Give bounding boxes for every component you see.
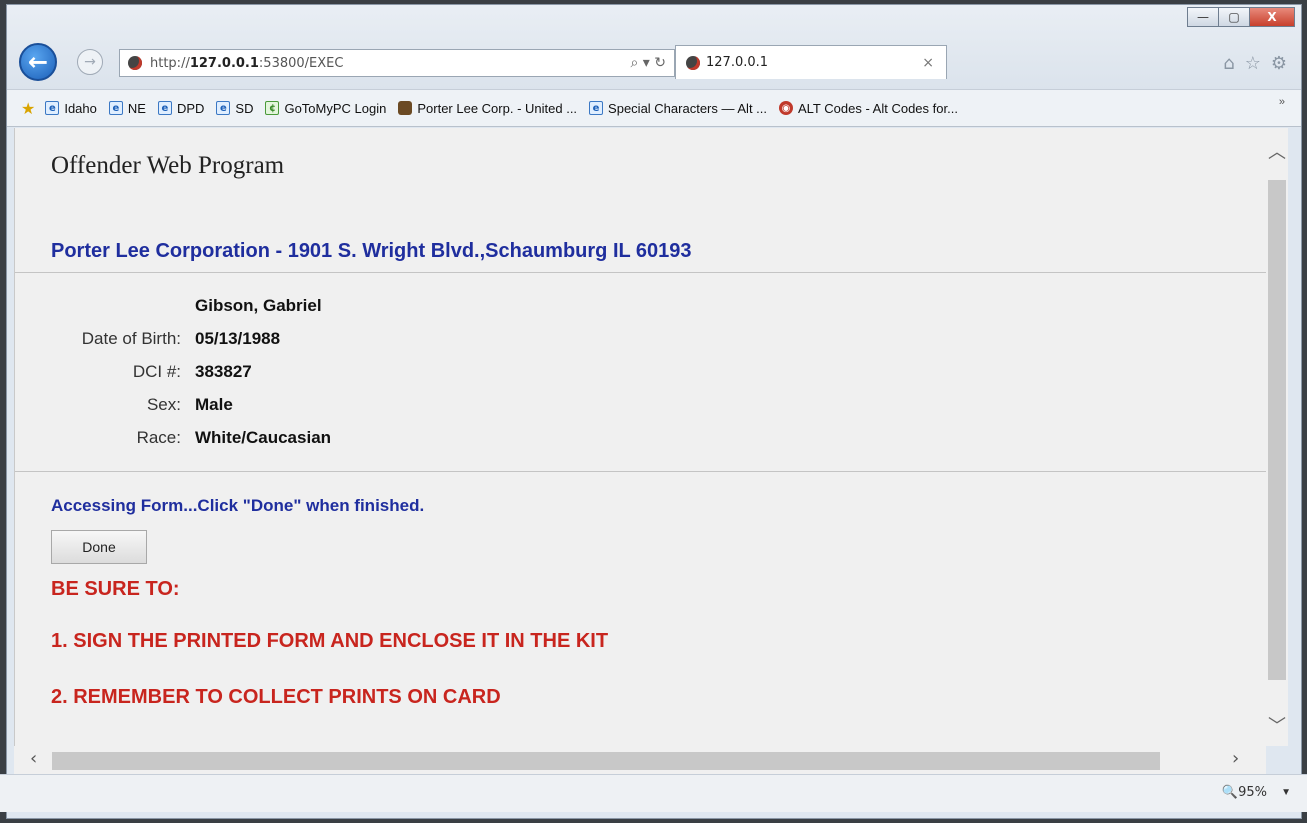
zoom-value: 95% (1238, 785, 1267, 800)
home-icon[interactable]: ⌂ (1223, 53, 1234, 74)
tab-127[interactable]: 127.0.0.1 × (675, 45, 947, 79)
dob-value: 05/13/1988 (195, 329, 281, 348)
back-arrow-icon: ← (27, 48, 49, 76)
gear-icon[interactable]: ⚙ (1271, 53, 1287, 74)
url-prefix: http:// (150, 55, 190, 71)
url-rest: :53800/EXEC (258, 55, 344, 71)
favorite-ne[interactable]: e NE (108, 100, 146, 116)
scroll-down-icon[interactable]: ﹀ (1266, 712, 1288, 742)
forward-button[interactable]: → (77, 49, 103, 75)
divider (15, 272, 1267, 273)
race-label: Race: (136, 428, 181, 447)
favorite-label: Special Characters — Alt ... (608, 100, 767, 116)
search-refresh-icon[interactable]: ⌕ ▾ ↻ (631, 55, 667, 71)
horizontal-scroll-thumb[interactable] (52, 752, 1160, 770)
favorites-star-icon[interactable]: ★ (21, 99, 35, 118)
status-bar: 🔍95% ▼ (0, 774, 1307, 812)
zoom-icon: 🔍 (1221, 785, 1239, 800)
dob-label: Date of Birth: (81, 329, 181, 348)
favorite-label: GoToMyPC Login (284, 100, 387, 116)
address-url[interactable]: http://127.0.0.1:53800/EXEC (150, 56, 631, 71)
url-host: 127.0.0.1 (189, 55, 259, 71)
race-value: White/Caucasian (195, 428, 332, 447)
favorite-label: NE (127, 100, 146, 116)
tab-favicon-icon (686, 55, 700, 70)
ie-page-icon: e (157, 101, 172, 115)
sex-label: Sex: (146, 395, 181, 414)
horizontal-scrollbar[interactable]: ‹ › (14, 746, 1266, 774)
alt-codes-icon: ◉ (779, 101, 793, 115)
gotomypc-icon: ¢ (265, 101, 280, 115)
ie-page-icon: e (589, 101, 604, 115)
zoom-dropdown-icon[interactable]: ▼ (1281, 787, 1291, 798)
favorite-label: Porter Lee Corp. - United ... (417, 100, 578, 116)
warning-heading: BE SURE TO: (51, 578, 180, 600)
address-bar[interactable]: http://127.0.0.1:53800/EXEC ⌕ ▾ ↻ (119, 49, 675, 77)
favorite-porter-lee[interactable]: Porter Lee Corp. - United ... (398, 101, 577, 116)
favorite-label: DPD (176, 100, 205, 116)
favorite-idaho[interactable]: e Idaho (45, 101, 97, 116)
dci-value: 383827 (195, 362, 252, 381)
favorite-label: Idaho (64, 100, 97, 116)
organization-address: Porter Lee Corporation - 1901 S. Wright … (51, 240, 692, 262)
scroll-up-icon[interactable]: ︿ (1266, 138, 1288, 168)
favorite-dpd[interactable]: e DPD (157, 100, 205, 116)
window-controls: — ▢ X (1187, 7, 1295, 33)
browser-right-icons: ⌂ ☆ ⚙ (1223, 53, 1287, 74)
star-icon[interactable]: ☆ (1245, 53, 1261, 74)
favorite-label: ALT Codes - Alt Codes for... (798, 100, 958, 116)
favorite-gotomypc[interactable]: ¢ GoToMyPC Login (265, 101, 386, 116)
access-message: Accessing Form...Click "Done" when finis… (51, 496, 425, 515)
site-favicon-icon (128, 56, 142, 70)
scroll-right-icon[interactable]: › (1232, 748, 1239, 769)
warning-item-sign-form: 1. SIGN THE PRINTED FORM AND ENCLOSE IT … (51, 630, 609, 652)
vertical-scrollbar[interactable]: ︿ ﹀ (1266, 128, 1288, 746)
offender-name: Gibson, Gabriel (195, 296, 322, 315)
favorite-special-characters[interactable]: e Special Characters — Alt ... (589, 101, 767, 116)
ie-page-icon: e (108, 101, 123, 115)
warning-item-collect-prints: 2. REMEMBER TO COLLECT PRINTS ON CARD (51, 686, 501, 708)
zoom-level[interactable]: 🔍95% (1222, 785, 1267, 800)
ie-page-icon: e (45, 101, 60, 115)
favorites-bar: ★ e Idaho e NE e DPD e SD ¢ GoToMyPC Login Po… (7, 89, 1301, 127)
browser-toolbar: — ▢ X ← → http://127.0.0.1:53800/EXEC ⌕ … (7, 5, 1301, 89)
favorite-label: SD (235, 100, 254, 116)
dci-label: DCI #: (132, 362, 181, 381)
page-title: Offender Web Program (51, 152, 285, 179)
maximize-button[interactable]: ▢ (1218, 7, 1250, 27)
forward-arrow-icon: → (84, 54, 96, 70)
favorites-more-icon[interactable]: » (1279, 96, 1285, 108)
favorite-alt-codes[interactable]: ◉ ALT Codes - Alt Codes for... (779, 101, 958, 116)
close-window-button[interactable]: X (1249, 7, 1295, 27)
page-content: Offender Web Program Porter Lee Corporat… (14, 128, 1267, 746)
sex-value: Male (195, 395, 233, 414)
divider (15, 471, 1267, 472)
ie-page-icon: e (216, 101, 231, 115)
minimize-button[interactable]: — (1187, 7, 1219, 27)
tab-label: 127.0.0.1 (706, 55, 769, 70)
favorite-sd[interactable]: e SD (216, 101, 253, 116)
tab-close-icon[interactable]: × (922, 55, 934, 71)
porter-lee-icon (398, 101, 413, 115)
back-button[interactable]: ← (19, 43, 57, 81)
vertical-scroll-thumb[interactable] (1268, 180, 1286, 680)
done-button[interactable]: Done (51, 530, 147, 564)
scroll-left-icon[interactable]: ‹ (30, 748, 37, 769)
